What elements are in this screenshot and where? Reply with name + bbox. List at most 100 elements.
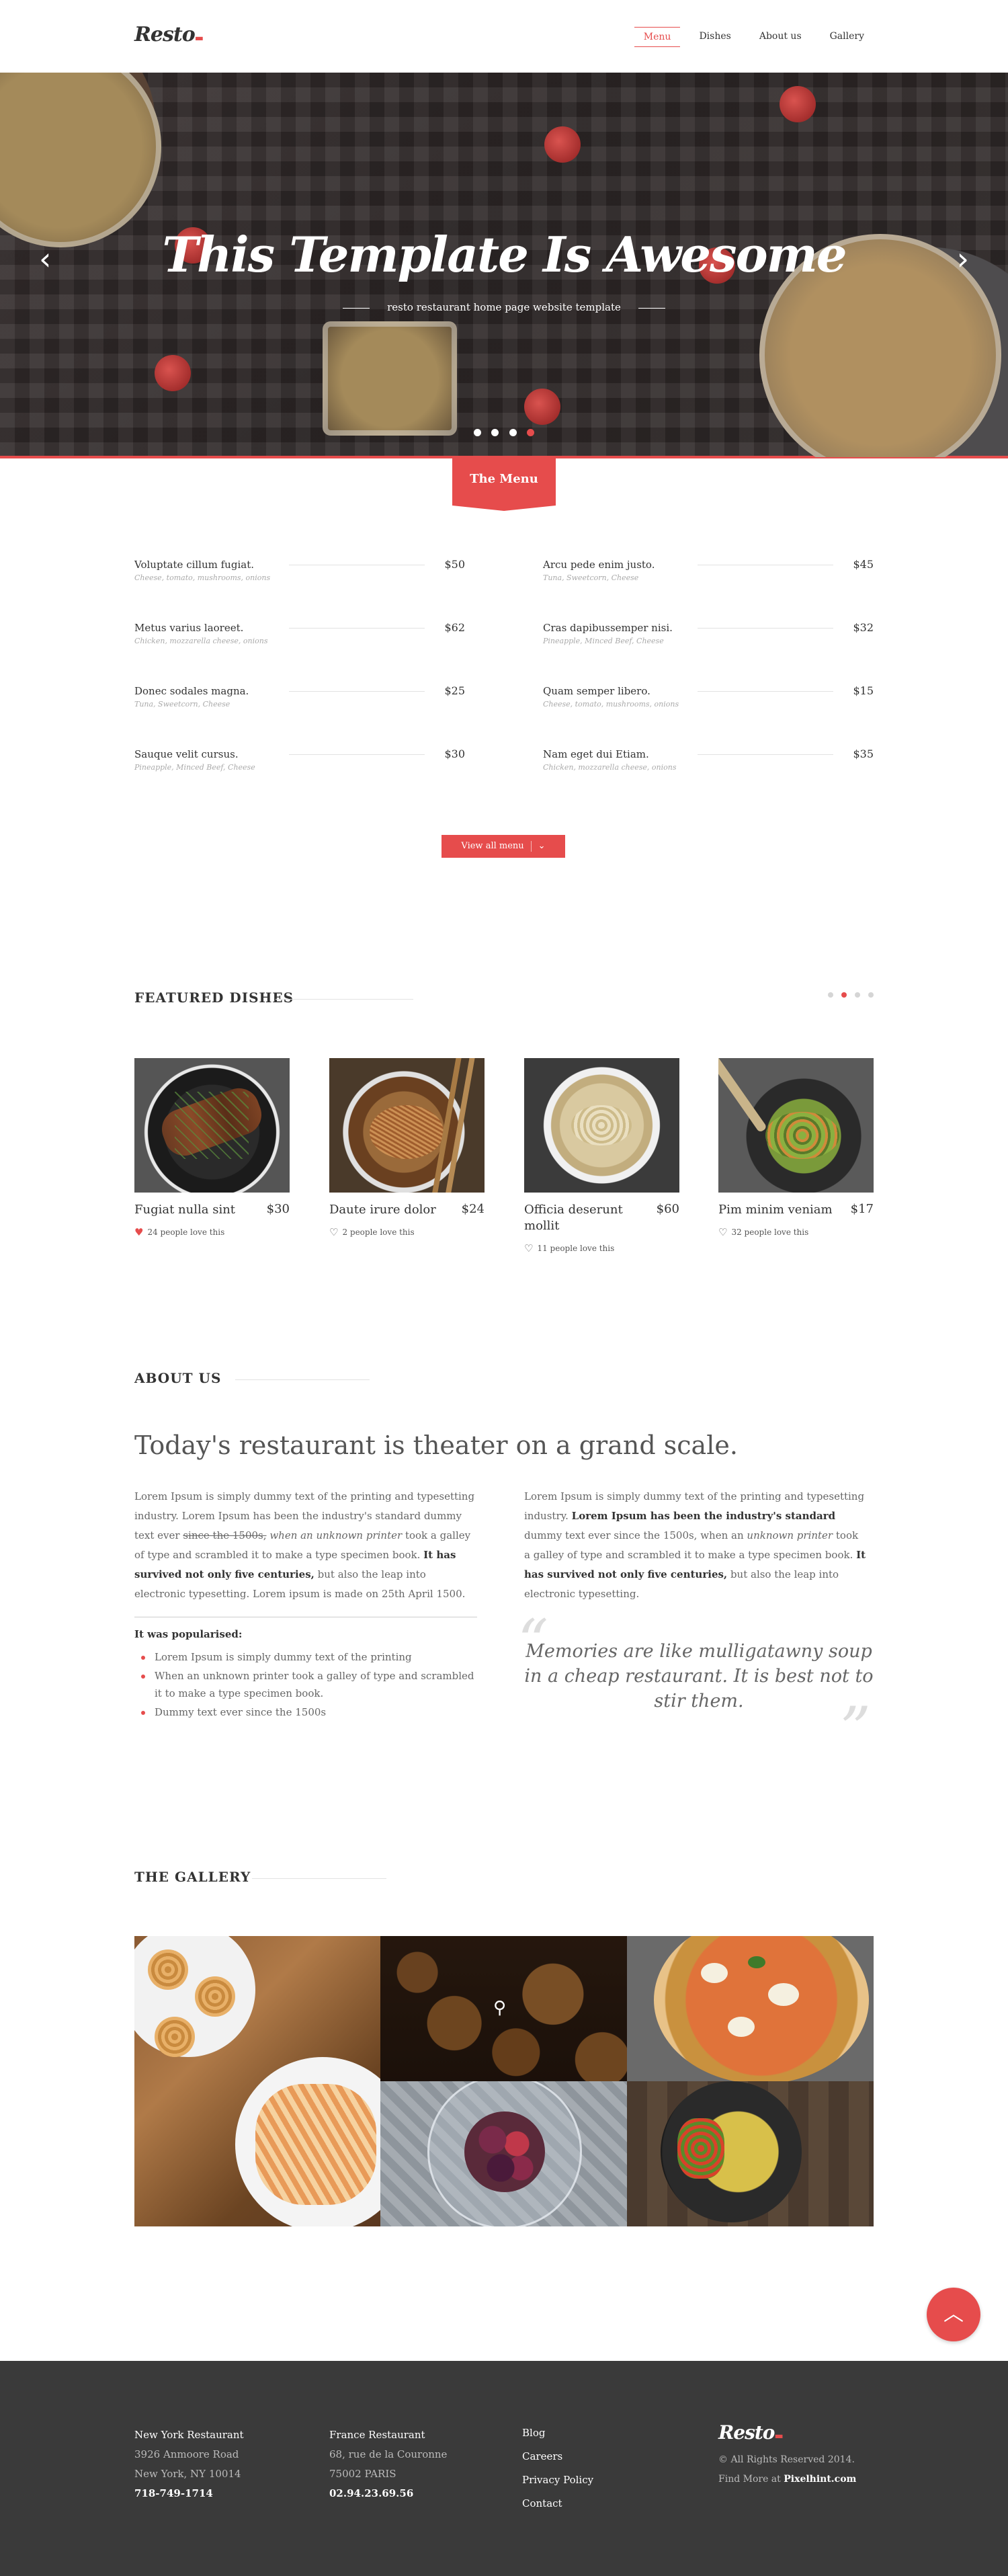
menu-item-price: $35 <box>846 748 874 760</box>
footer-link-careers[interactable]: Careers <box>522 2445 593 2468</box>
strawberry-image <box>524 389 560 425</box>
menu-item-name: Metus varius laoreet. <box>134 622 251 634</box>
strawberry-image <box>155 355 191 391</box>
footer-link-contact[interactable]: Contact <box>522 2492 593 2515</box>
featured-dot[interactable] <box>841 992 847 998</box>
divider <box>289 628 425 629</box>
gallery-tile-pizza[interactable] <box>627 1936 874 2081</box>
list-item: Lorem Ipsum is simply dummy text of the … <box>134 1648 477 1666</box>
menu-item-price: $45 <box>846 558 874 571</box>
menu-item-price: $25 <box>437 684 465 697</box>
hero-dot[interactable] <box>491 429 499 436</box>
list-item: Dummy text ever since the 1500s <box>134 1703 477 1721</box>
heart-icon[interactable]: ♡ <box>524 1242 533 1254</box>
footer-link-blog[interactable]: Blog <box>522 2421 593 2445</box>
menu-item-price: $30 <box>437 748 465 760</box>
strawberry-image <box>544 126 581 163</box>
featured-pagination <box>828 992 874 998</box>
menu-item-desc: Cheese, tomato, mushrooms, onions <box>543 700 679 709</box>
dish-card[interactable]: Officia deserunt mollit $60 ♡ 11 people l… <box>524 1058 679 1254</box>
back-to-top-button[interactable]: ︿ <box>927 2288 980 2341</box>
featured-dot[interactable] <box>868 992 874 998</box>
featured-title: FEATURED DISHES <box>134 990 294 1006</box>
dish-card[interactable]: Fugiat nulla sint $30 ♥ 24 people love th… <box>134 1058 290 1238</box>
dish-image[interactable] <box>134 1058 290 1193</box>
dish-likes: ♡ 32 people love this <box>718 1226 809 1238</box>
hero-pagination <box>0 426 1008 439</box>
copyright: © All Rights Reserved 2014. <box>718 2454 855 2465</box>
dish-card[interactable]: Pim minim veniam $17 ♡ 32 people love thi… <box>718 1058 874 1238</box>
hero-bowl-image <box>0 73 161 247</box>
dish-price: $17 <box>850 1202 874 1216</box>
menu-item-name: Nam eget dui Etiam. <box>543 748 656 760</box>
logo[interactable]: Resto▬ <box>134 23 204 46</box>
hero-dish-image <box>323 321 457 436</box>
menu-item[interactable]: Sauque velit cursus. Pineapple, Minced Be… <box>134 748 465 780</box>
featured-dot[interactable] <box>828 992 833 998</box>
footer-site-link[interactable]: Pixelhint.com <box>784 2474 856 2485</box>
dish-name[interactable]: Pim minim veniam <box>718 1202 839 1218</box>
heart-icon[interactable]: ♡ <box>718 1226 727 1238</box>
footer-france-address: France Restaurant 68, rue de la Couronne… <box>329 2429 448 2499</box>
dish-card[interactable]: Daute irure dolor $24 ♡ 2 people love thi… <box>329 1058 485 1238</box>
dish-name[interactable]: Officia deserunt mollit <box>524 1202 645 1234</box>
menu-item-price: $62 <box>437 621 465 634</box>
popularised-title: It was popularised: <box>134 1628 243 1640</box>
main-nav: Menu Dishes About us Gallery <box>625 27 874 47</box>
menu-item[interactable]: Nam eget dui Etiam. Chicken, mozzarella c… <box>543 748 874 780</box>
arrow-up-icon: ︿ <box>943 2302 964 2326</box>
popularised-list: Lorem Ipsum is simply dummy text of the … <box>134 1648 477 1722</box>
dish-likes: ♥ 24 people love this <box>134 1226 225 1238</box>
find-more: Find More at Pixelhint.com <box>718 2474 857 2485</box>
heart-icon[interactable]: ♡ <box>329 1226 338 1238</box>
menu-item[interactable]: Donec sodales magna. Tuna, Sweetcorn, Che… <box>134 684 465 717</box>
menu-item-name: Arcu pede enim justo. <box>543 559 662 571</box>
gallery-tile-pasta-bowl[interactable] <box>627 2081 874 2226</box>
menu-item[interactable]: Cras dapibussemper nisi. Pineapple, Mince… <box>543 621 874 653</box>
menu-item-desc: Pineapple, Minced Beef, Cheese <box>543 637 664 645</box>
dish-image[interactable] <box>718 1058 874 1193</box>
dish-image[interactable] <box>329 1058 485 1193</box>
menu-list: Voluptate cillum fugiat. Cheese, tomato, … <box>134 558 874 780</box>
menu-item-name: Cras dapibussemper nisi. <box>543 622 679 634</box>
menu-item[interactable]: Metus varius laoreet. Chicken, mozzarella… <box>134 621 465 653</box>
hero-dot[interactable] <box>526 429 534 436</box>
footer-brand: Resto▬ © All Rights Reserved 2014. Find … <box>718 2423 856 2489</box>
divider <box>289 691 425 692</box>
nav-dishes[interactable]: Dishes <box>689 27 740 47</box>
quote-text: Memories are like mulligatawny soup in a… <box>524 1641 874 1712</box>
hero-dot[interactable] <box>509 429 517 436</box>
chevron-down-icon: ⌄ <box>538 841 546 851</box>
nav-about-us[interactable]: About us <box>750 27 811 47</box>
about-headline: Today's restaurant is theater on a grand… <box>134 1431 738 1460</box>
list-item: When an unknown printer took a galley of… <box>134 1667 477 1702</box>
dish-name[interactable]: Daute irure dolor <box>329 1202 450 1218</box>
featured-dot[interactable] <box>855 992 860 998</box>
dish-price: $30 <box>266 1202 290 1216</box>
menu-item-price: $32 <box>846 621 874 634</box>
footer-logo[interactable]: Resto▬ <box>718 2423 856 2446</box>
dish-image[interactable] <box>524 1058 679 1193</box>
heart-icon[interactable]: ♥ <box>134 1226 143 1238</box>
hero-dot[interactable] <box>474 429 482 436</box>
search-icon[interactable]: ⚲ <box>493 1998 506 2018</box>
menu-item[interactable]: Arcu pede enim justo. Tuna, Sweetcorn, Ch… <box>543 558 874 590</box>
about-title: ABOUT US <box>134 1370 222 1386</box>
menu-item-name: Sauque velit cursus. <box>134 748 245 760</box>
nav-gallery[interactable]: Gallery <box>821 27 874 47</box>
view-all-menu-button[interactable]: View all menu ⌄ <box>442 835 565 858</box>
nav-menu[interactable]: Menu <box>634 27 681 47</box>
dish-name[interactable]: Fugiat nulla sint <box>134 1202 255 1218</box>
menu-item-name: Quam semper libero. <box>543 685 657 697</box>
gallery-tile-berries[interactable] <box>380 2081 627 2226</box>
menu-item[interactable]: Quam semper libero. Cheese, tomato, mushr… <box>543 684 874 717</box>
divider <box>698 691 833 692</box>
gallery-tile-pastries[interactable] <box>134 1936 380 2226</box>
menu-item[interactable]: Voluptate cillum fugiat. Cheese, tomato, … <box>134 558 465 590</box>
menu-item-desc: Chicken, mozzarella cheese, onions <box>543 763 677 772</box>
gallery-tile-croissants[interactable]: ⚲ <box>380 1936 627 2081</box>
footer-link-privacy[interactable]: Privacy Policy <box>522 2468 593 2492</box>
strawberry-image <box>780 86 816 122</box>
site-header: Resto▬ Menu Dishes About us Gallery <box>0 0 1008 73</box>
divider <box>289 754 425 755</box>
